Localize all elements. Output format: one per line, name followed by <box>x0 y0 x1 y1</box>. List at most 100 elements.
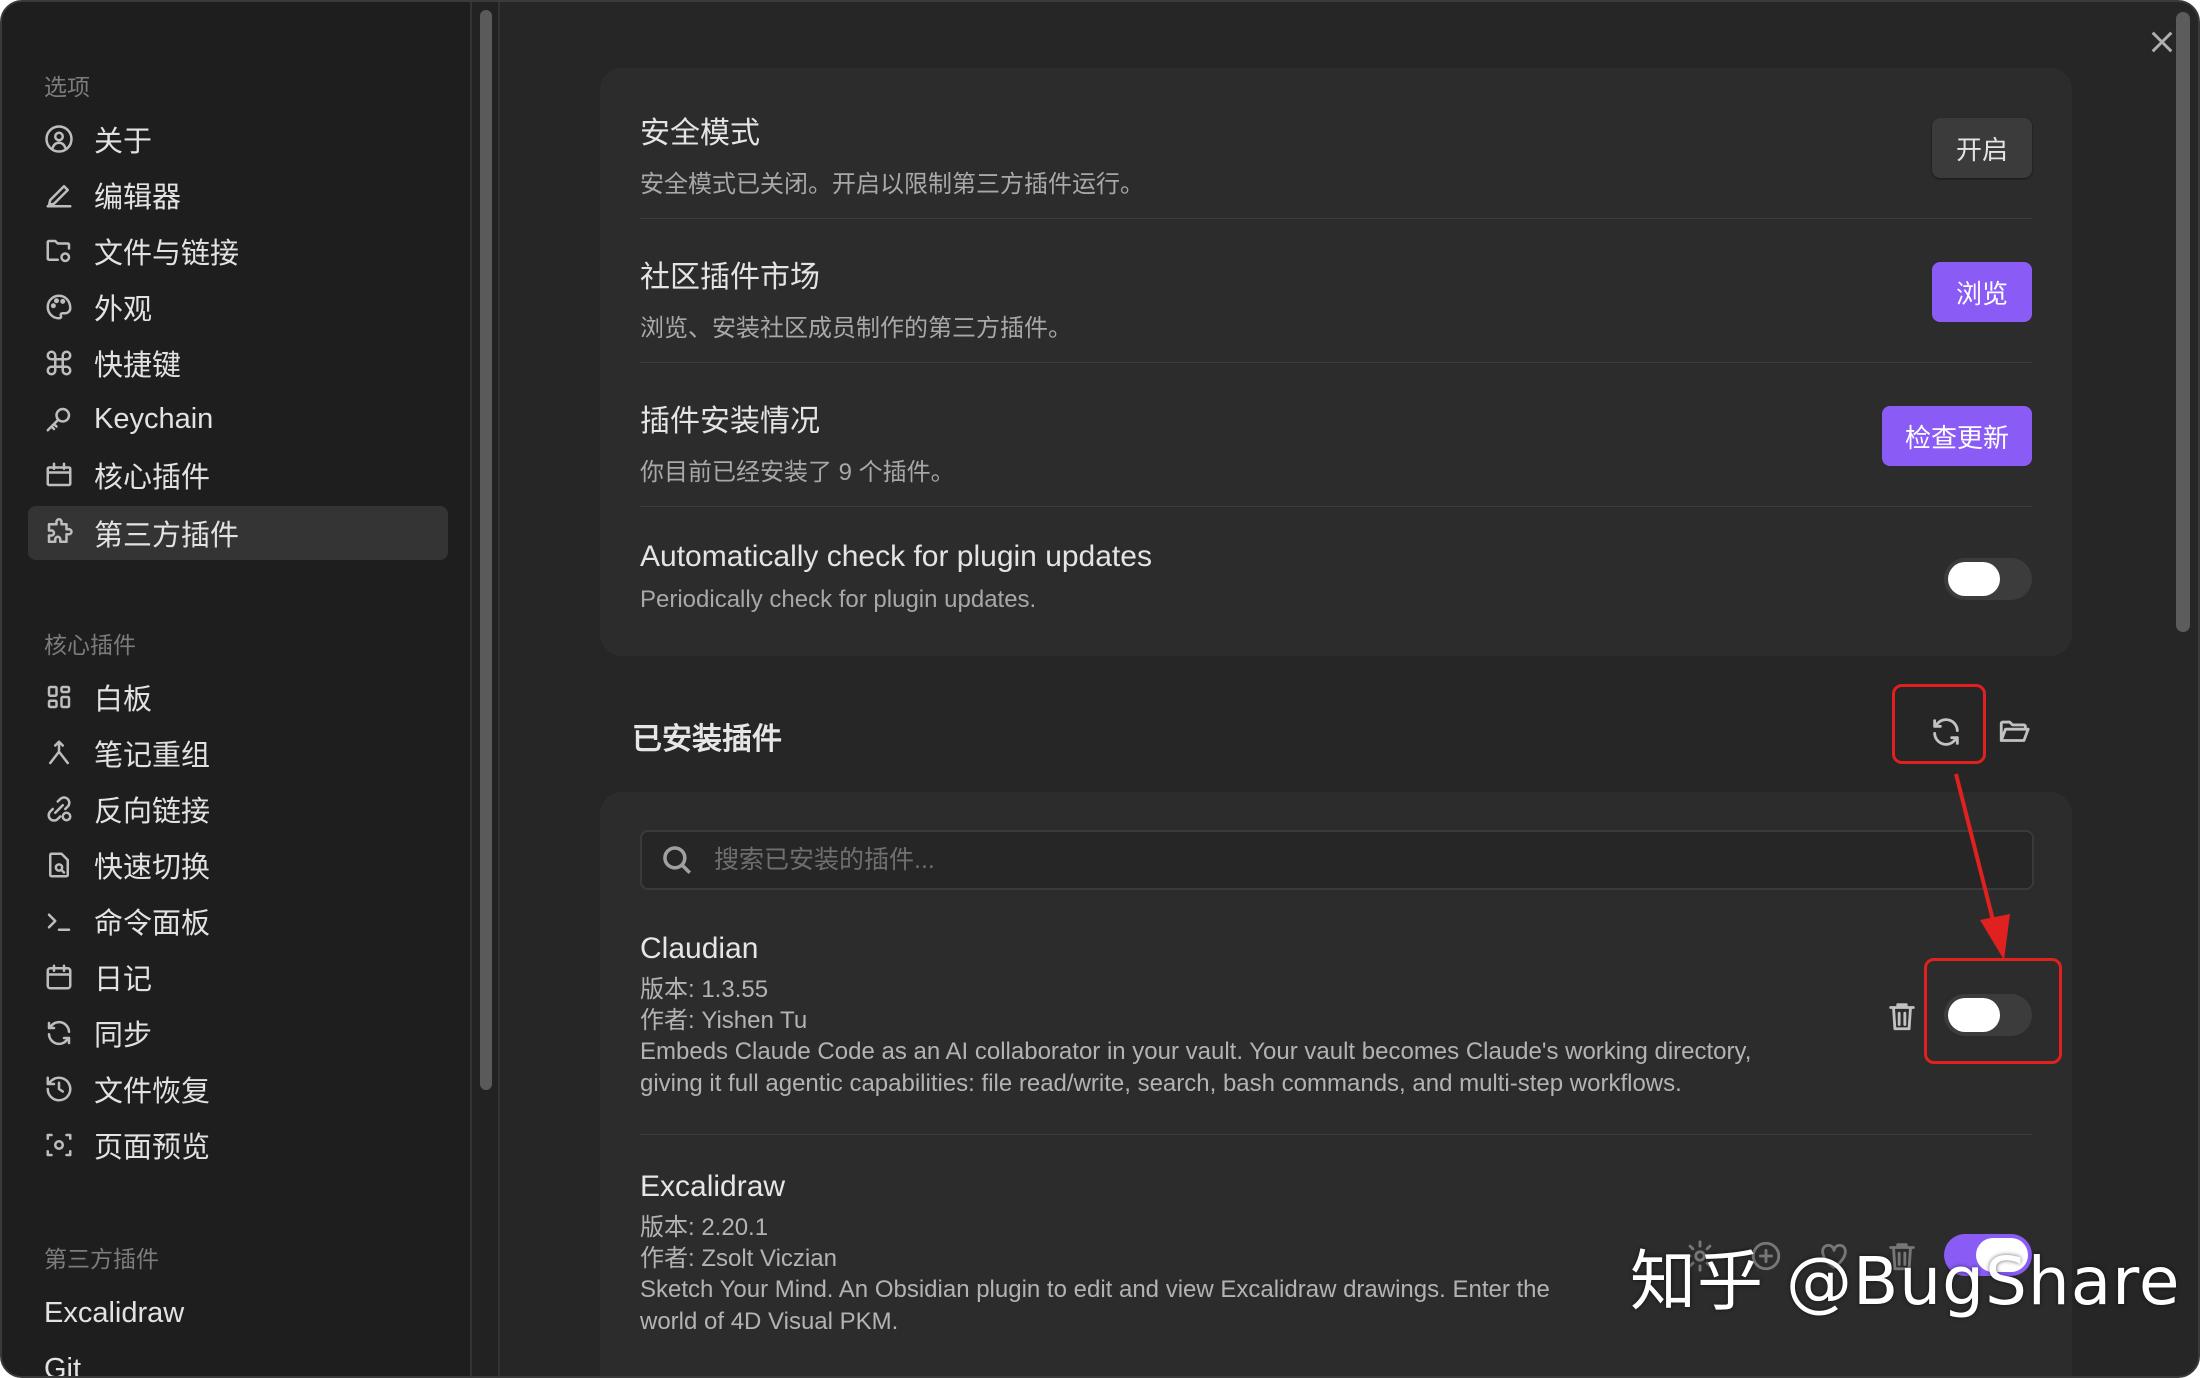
sidebar-scrollbar[interactable] <box>480 10 492 1090</box>
sidebar-item-label: 反向链接 <box>94 796 211 828</box>
setting-auto-check: Automatically check for plugin updates P… <box>640 540 2032 614</box>
sidebar-item-about[interactable]: 关于 <box>28 112 448 166</box>
terminal-icon <box>42 904 76 938</box>
command-icon <box>42 346 76 380</box>
plugin-author: 作者: Yishen Tu <box>640 1007 808 1034</box>
plugin-search-box[interactable] <box>640 830 2034 890</box>
sidebar-item-label: 命令面板 <box>94 908 211 940</box>
plugin-description-line: giving it full agentic capabilities: fil… <box>640 1070 1682 1097</box>
sidebar-item-backlinks[interactable]: 反向链接 <box>28 782 448 836</box>
sidebar-item-label: 白板 <box>94 684 153 716</box>
sidebar-item-label: 快速切换 <box>94 852 211 884</box>
setting-safe-mode: 安全模式 安全模式已关闭。开启以限制第三方插件运行。 <box>640 108 2032 199</box>
plugin-item-claudian: Claudian 版本: 1.3.55 作者: Yishen Tu Embeds… <box>640 932 1840 1100</box>
plugin-search-input[interactable] <box>714 845 1914 875</box>
main-scrollbar[interactable] <box>2176 12 2190 632</box>
sidebar-item-file-recovery[interactable]: 文件恢复 <box>28 1062 448 1116</box>
settings-sidebar: 选项 关于 编辑器 文件与链接 外观 快捷键 Keychain 核心插件 第三方… <box>2 2 472 1378</box>
history-icon <box>42 1072 76 1106</box>
palette-icon <box>42 290 76 324</box>
sidebar-item-label: Excalidraw <box>44 1296 185 1329</box>
folder-cog-icon <box>42 234 76 268</box>
search-icon <box>663 846 692 875</box>
installed-plugins-heading: 已安装插件 <box>632 723 782 756</box>
setting-title: 社区插件市场 <box>640 261 820 294</box>
setting-desc: 安全模式已关闭。开启以限制第三方插件运行。 <box>640 171 1144 198</box>
sidebar-item-label: 核心插件 <box>94 462 211 494</box>
auto-check-toggle[interactable] <box>1944 558 2032 600</box>
plugin-name: Excalidraw <box>640 1170 786 1203</box>
folder-open-icon <box>1999 720 2030 742</box>
uninstall-claudian-button[interactable] <box>1880 994 1924 1038</box>
grid-icon <box>42 680 76 714</box>
annotation-box-refresh <box>1892 684 1986 764</box>
sidebar-item-appearance[interactable]: 外观 <box>28 280 448 334</box>
sidebar-item-excalidraw[interactable]: Excalidraw <box>28 1286 448 1340</box>
divider <box>640 362 2032 363</box>
sidebar-item-label: 外观 <box>94 294 153 326</box>
sidebar-item-label: 同步 <box>94 1020 153 1052</box>
plugin-version: 版本: 1.3.55 <box>640 976 769 1003</box>
watermark: 知乎 @BugShare <box>1630 1243 2181 1320</box>
setting-installed-status: 插件安装情况 你目前已经安装了 9 个插件。 <box>640 396 2032 487</box>
sidebar-section-options: 选项 <box>44 74 90 100</box>
sidebar-item-page-preview[interactable]: 页面预览 <box>28 1118 448 1172</box>
sidebar-item-daily-notes[interactable]: 日记 <box>28 950 448 1004</box>
settings-window: 选项 关于 编辑器 文件与链接 外观 快捷键 Keychain 核心插件 第三方… <box>0 0 2200 1378</box>
plugin-description-line: Embeds Claude Code as an AI collaborator… <box>640 1038 1752 1065</box>
setting-title: 安全模式 <box>640 117 760 150</box>
trash-icon <box>1889 1003 1915 1031</box>
sidebar-item-label: Keychain <box>94 402 214 435</box>
sidebar-item-label: 笔记重组 <box>94 740 211 772</box>
sidebar-item-label: 第三方插件 <box>94 520 240 552</box>
setting-title: 插件安装情况 <box>640 405 820 438</box>
plugin-settings-card: 安全模式 安全模式已关闭。开启以限制第三方插件运行。 开启 社区插件市场 浏览、… <box>600 68 2072 656</box>
plugin-name: Claudian <box>640 932 759 965</box>
sidebar-item-command-palette[interactable]: 命令面板 <box>28 894 448 948</box>
sidebar-item-label: Git <box>44 1352 82 1378</box>
sidebar-item-label: 文件与链接 <box>94 238 240 270</box>
sidebar-item-core-plugins[interactable]: 核心插件 <box>28 448 448 502</box>
annotation-box-toggle <box>1924 958 2062 1064</box>
backlink-icon <box>42 792 76 826</box>
open-plugins-folder-button[interactable] <box>1992 710 2036 754</box>
preview-icon <box>42 1128 76 1162</box>
close-button[interactable] <box>2144 24 2180 60</box>
sidebar-item-community-plugins[interactable]: 第三方插件 <box>28 506 448 560</box>
divider <box>640 218 2032 219</box>
check-updates-button[interactable]: 检查更新 <box>1882 406 2032 466</box>
sidebar-item-label: 日记 <box>94 964 153 996</box>
user-circle-icon <box>42 122 76 156</box>
setting-desc: Periodically check for plugin updates. <box>640 586 1037 613</box>
file-search-icon <box>42 848 76 882</box>
close-icon <box>2151 31 2173 53</box>
sidebar-item-canvas[interactable]: 白板 <box>28 670 448 724</box>
setting-community-browse: 社区插件市场 浏览、安装社区成员制作的第三方插件。 <box>640 252 2032 343</box>
safe-mode-toggle-button[interactable]: 开启 <box>1932 118 2032 178</box>
sidebar-item-label: 文件恢复 <box>94 1076 211 1108</box>
pen-icon <box>42 178 76 212</box>
divider <box>640 1134 2032 1135</box>
sidebar-section-third-party: 第三方插件 <box>44 1246 159 1272</box>
toggle-knob <box>1948 562 2000 596</box>
sidebar-item-git[interactable]: Git <box>28 1342 448 1378</box>
sidebar-item-hotkeys[interactable]: 快捷键 <box>28 336 448 390</box>
sidebar-item-keychain[interactable]: Keychain <box>28 392 448 446</box>
sidebar-item-label: 快捷键 <box>94 350 182 382</box>
sidebar-section-core: 核心插件 <box>44 632 136 658</box>
setting-desc: 浏览、安装社区成员制作的第三方插件。 <box>640 315 1072 342</box>
sidebar-item-note-composer[interactable]: 笔记重组 <box>28 726 448 780</box>
sidebar-item-label: 关于 <box>94 126 153 158</box>
sync-icon <box>42 1016 76 1050</box>
divider <box>640 506 2032 507</box>
sidebar-item-editor[interactable]: 编辑器 <box>28 168 448 222</box>
key-icon <box>42 402 76 436</box>
sidebar-item-label: 页面预览 <box>94 1132 211 1164</box>
calendar-box-icon <box>42 458 76 492</box>
sidebar-item-sync[interactable]: 同步 <box>28 1006 448 1060</box>
setting-title: Automatically check for plugin updates <box>640 540 1152 573</box>
browse-button[interactable]: 浏览 <box>1932 262 2032 322</box>
puzzle-icon <box>42 516 76 550</box>
sidebar-item-quick-switcher[interactable]: 快速切换 <box>28 838 448 892</box>
sidebar-item-files-links[interactable]: 文件与链接 <box>28 224 448 278</box>
